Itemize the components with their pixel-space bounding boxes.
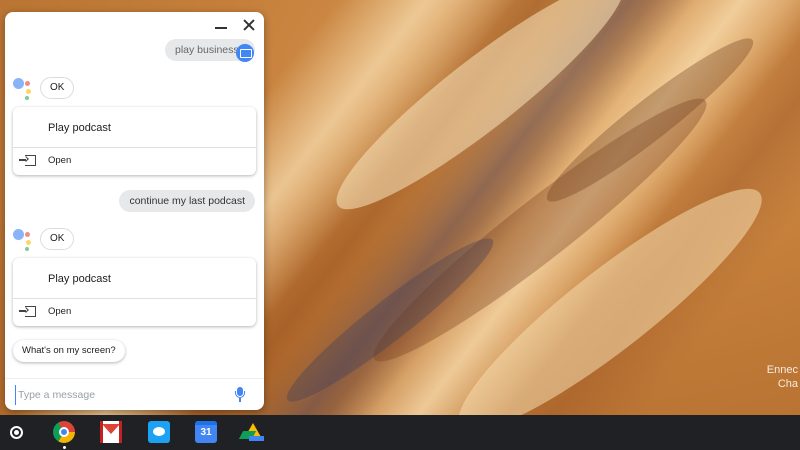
- shelf: 31: [0, 415, 800, 450]
- assistant-reply-chip: OK: [40, 77, 75, 99]
- card-title: Play podcast: [48, 122, 111, 134]
- message-input-bar: [5, 378, 264, 410]
- card-title: Play podcast: [48, 273, 111, 285]
- user-avatar-icon: [236, 44, 254, 62]
- wallpaper-location-label: Ennec Cha: [767, 363, 798, 391]
- location-line-2: Cha: [777, 378, 798, 390]
- location-line-1: Ennec: [766, 364, 798, 376]
- assistant-logo-icon: [13, 78, 35, 100]
- podcast-card[interactable]: Play podcast Open: [13, 258, 256, 326]
- minimize-icon[interactable]: [214, 18, 228, 32]
- close-icon[interactable]: [242, 18, 256, 32]
- window-controls: [214, 18, 256, 32]
- assistant-logo-icon: [13, 229, 35, 251]
- open-icon: [19, 155, 36, 166]
- chrome-icon[interactable]: [53, 421, 75, 443]
- launcher-icon[interactable]: [10, 426, 23, 439]
- drive-icon[interactable]: [238, 421, 265, 443]
- assistant-panel: play business da OK Play podcast Open co…: [5, 12, 264, 410]
- calendar-icon[interactable]: 31: [195, 421, 217, 443]
- microphone-icon[interactable]: [235, 387, 245, 402]
- message-input[interactable]: [15, 385, 215, 405]
- user-message: continue my last podcast: [119, 190, 255, 212]
- twitter-icon[interactable]: [148, 421, 170, 443]
- open-button[interactable]: Open: [13, 148, 256, 175]
- running-indicator: [63, 446, 66, 449]
- open-label: Open: [48, 306, 72, 317]
- gmail-icon[interactable]: [100, 421, 122, 443]
- suggestion-chip[interactable]: What's on my screen?: [13, 340, 125, 362]
- podcast-card[interactable]: Play podcast Open: [13, 107, 256, 175]
- open-label: Open: [48, 155, 72, 166]
- open-button[interactable]: Open: [13, 299, 256, 326]
- open-icon: [19, 306, 36, 317]
- assistant-reply-chip: OK: [40, 228, 75, 250]
